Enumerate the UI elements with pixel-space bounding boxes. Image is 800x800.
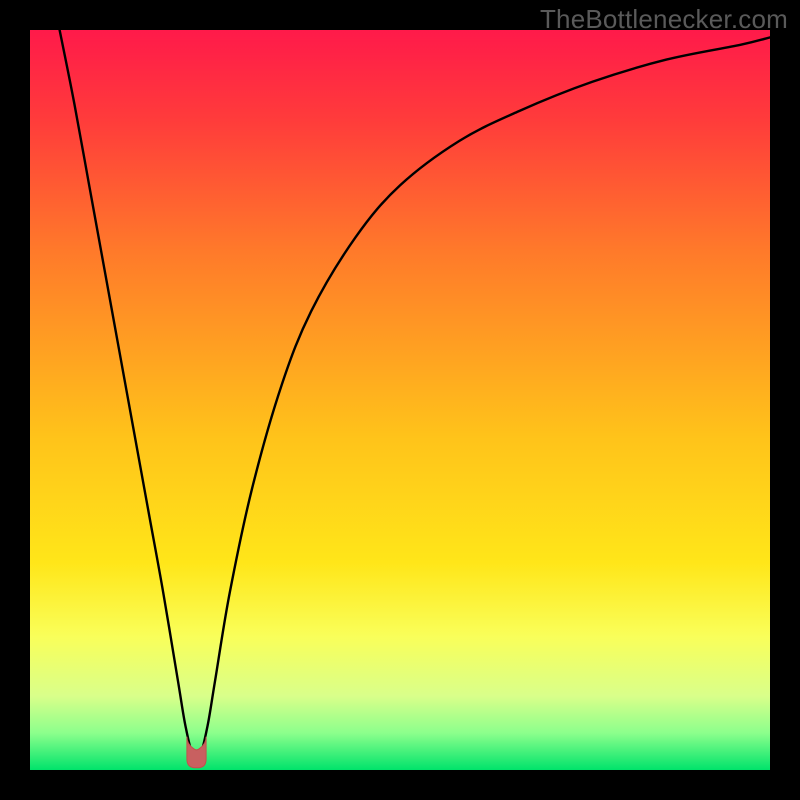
chart-frame: TheBottlenecker.com [0,0,800,800]
plot-area [30,30,770,770]
bottleneck-curve [60,30,770,759]
curve-layer [30,30,770,770]
